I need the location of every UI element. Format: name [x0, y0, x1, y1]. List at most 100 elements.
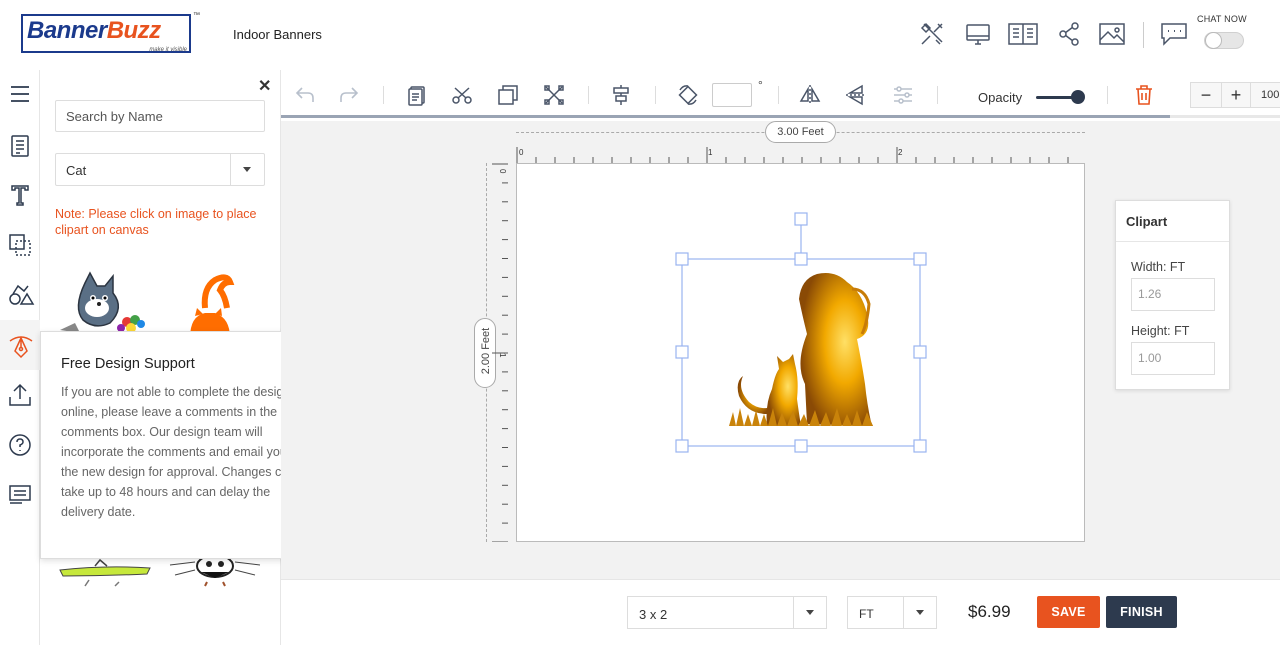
close-icon[interactable]: ✕ [258, 76, 271, 96]
height-field[interactable]: 1.00 [1131, 342, 1215, 375]
toolbar-progress-fill [281, 115, 1171, 118]
upload-icon[interactable] [8, 383, 32, 407]
delete-cross-icon[interactable] [543, 84, 565, 106]
toggle-knob [1205, 32, 1222, 49]
design-canvas[interactable] [516, 163, 1085, 542]
product-name: Indoor Banners [233, 27, 322, 42]
design-support-popup: Free Design Support ✕ If you are not abl… [40, 331, 310, 559]
ruler-label: 0 [519, 148, 524, 157]
finish-button[interactable]: FINISH [1106, 596, 1177, 628]
search-input[interactable] [55, 100, 265, 132]
pen-icon[interactable] [8, 333, 33, 359]
ruler-label: 1 [708, 148, 713, 157]
comments-icon[interactable] [8, 483, 32, 507]
size-select[interactable]: 3 x 2 [627, 596, 827, 629]
category-dropdown-button[interactable] [230, 154, 264, 185]
logo-tagline: make it visible [149, 47, 187, 53]
logo-trademark: ™ [193, 12, 200, 19]
toolbar-divider [383, 86, 384, 104]
chevron-down-icon [916, 610, 924, 615]
help-icon[interactable] [8, 433, 32, 457]
book-icon[interactable] [1007, 20, 1038, 48]
ruler-label: 1 [498, 353, 507, 358]
editor-toolbar: ° Opacity − + 100 [281, 70, 1280, 118]
height-label: Height: FT [1131, 324, 1190, 338]
props-title: Clipart [1116, 201, 1229, 242]
unit-dropdown-button[interactable] [903, 597, 936, 628]
logo-word-1: Banner [27, 17, 107, 44]
chevron-down-icon [806, 610, 814, 615]
flip-horizontal-icon[interactable] [799, 84, 821, 106]
align-icon[interactable] [610, 84, 632, 106]
resize-handle[interactable] [675, 439, 689, 453]
chat-icon[interactable] [1160, 20, 1188, 48]
resize-handle[interactable] [794, 252, 808, 266]
ruler-label: 0 [498, 169, 507, 174]
width-label: Width: FT [1131, 260, 1186, 274]
size-value: 3 x 2 [639, 607, 668, 622]
popup-title: Free Design Support [61, 356, 195, 372]
flip-vertical-icon[interactable] [845, 84, 867, 106]
undo-icon[interactable] [294, 84, 316, 106]
opacity-slider-handle[interactable] [1071, 90, 1085, 104]
rotate-handle[interactable] [794, 212, 808, 226]
save-button[interactable]: SAVE [1037, 596, 1100, 628]
resize-handle[interactable] [675, 345, 689, 359]
cut-icon[interactable] [451, 84, 473, 106]
chat-now-label: CHAT NOW [1197, 14, 1247, 24]
resize-handle[interactable] [913, 345, 927, 359]
unit-select[interactable]: FT [847, 596, 937, 629]
menu-icon[interactable] [8, 82, 32, 106]
resize-handle[interactable] [913, 439, 927, 453]
resize-handle[interactable] [913, 252, 927, 266]
price: $6.99 [968, 602, 1011, 621]
shapes-icon[interactable] [8, 233, 32, 257]
toolbar-divider [937, 86, 938, 104]
toolbar-divider [778, 86, 779, 104]
trash-icon[interactable] [1133, 84, 1155, 106]
logo-word-2: Buzz [106, 17, 162, 44]
width-field[interactable]: 1.26 [1131, 278, 1215, 311]
share-icon[interactable] [1055, 20, 1083, 48]
zoom-value: 100 [1261, 89, 1280, 101]
clipart-thumb-blue-cat[interactable] [55, 268, 155, 338]
text-icon[interactable] [8, 183, 32, 207]
template-icon[interactable] [8, 134, 32, 158]
left-rail [0, 70, 40, 645]
popup-body: If you are not able to complete the desi… [61, 385, 296, 519]
ruler-left: 0 1 [492, 163, 508, 543]
rotation-input[interactable] [712, 83, 752, 107]
bannerbuzz-logo[interactable]: BannerBuzz make it visible ™ [21, 12, 200, 54]
duplicate-icon[interactable] [497, 84, 519, 106]
zoom-in-button[interactable]: + [1221, 83, 1251, 107]
header-divider [1143, 22, 1144, 48]
size-dropdown-button[interactable] [793, 597, 826, 628]
canvas-content [675, 212, 927, 453]
category-value: Cat [66, 163, 87, 178]
chat-toggle[interactable] [1204, 32, 1244, 49]
paste-icon[interactable] [406, 84, 428, 106]
toolbar-divider [1107, 86, 1108, 104]
clipart-thumb-orange-cat[interactable] [175, 268, 255, 338]
clipart-icon[interactable] [8, 283, 35, 307]
tools-icon[interactable] [918, 20, 946, 48]
monitor-icon[interactable] [964, 20, 992, 48]
adjust-icon[interactable] [892, 84, 914, 106]
resize-handle[interactable] [794, 439, 808, 453]
width-dimension-label: 3.00 Feet [765, 121, 836, 143]
header: BannerBuzz make it visible ™ Indoor Bann… [0, 0, 1280, 70]
ruler-label: 2 [898, 148, 903, 157]
resize-handle[interactable] [675, 252, 689, 266]
panel-note: Note: Please click on image to place cli… [55, 207, 257, 237]
footer-bar: 3 x 2 FT $6.99 SAVE FINISH [281, 579, 1280, 645]
category-select[interactable]: Cat [55, 153, 265, 186]
selection-box[interactable] [675, 212, 927, 453]
zoom-out-button[interactable]: − [1191, 83, 1221, 107]
ruler-top: 0 1 2 [516, 147, 1088, 163]
opacity-label: Opacity [978, 90, 1023, 105]
redo-icon[interactable] [338, 84, 360, 106]
image-icon[interactable] [1098, 20, 1126, 48]
rotate-icon[interactable] [677, 84, 699, 106]
girl-and-cat-silhouette[interactable] [729, 273, 873, 426]
zoom-control: − + 100 [1190, 82, 1280, 108]
